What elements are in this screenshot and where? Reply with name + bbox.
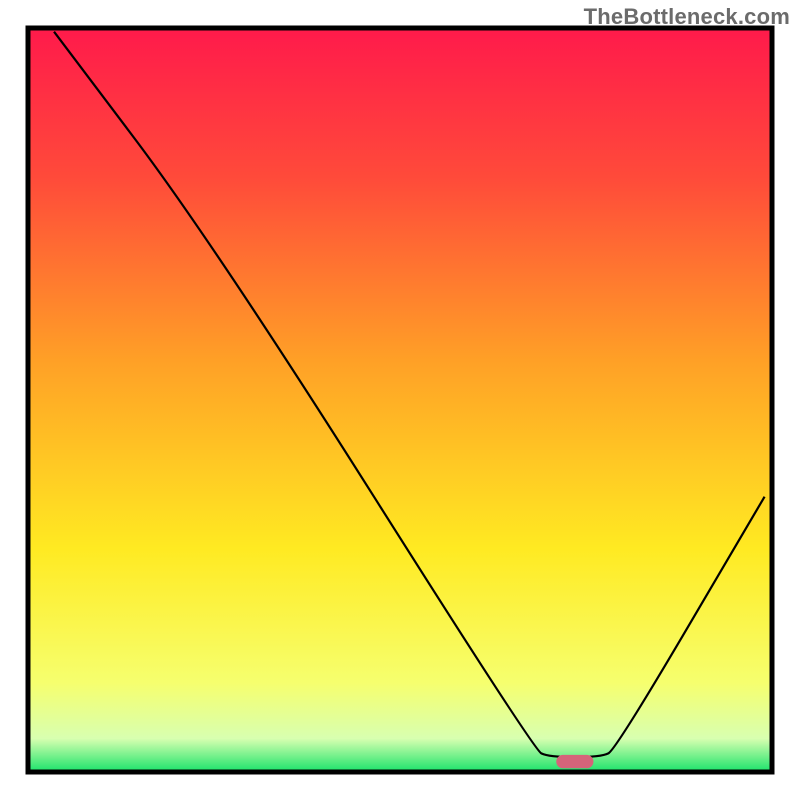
optimal-marker <box>556 755 593 768</box>
watermark-label: TheBottleneck.com <box>584 4 790 30</box>
plot-background <box>28 28 772 772</box>
chart-svg <box>0 0 800 800</box>
chart-container: TheBottleneck.com <box>0 0 800 800</box>
